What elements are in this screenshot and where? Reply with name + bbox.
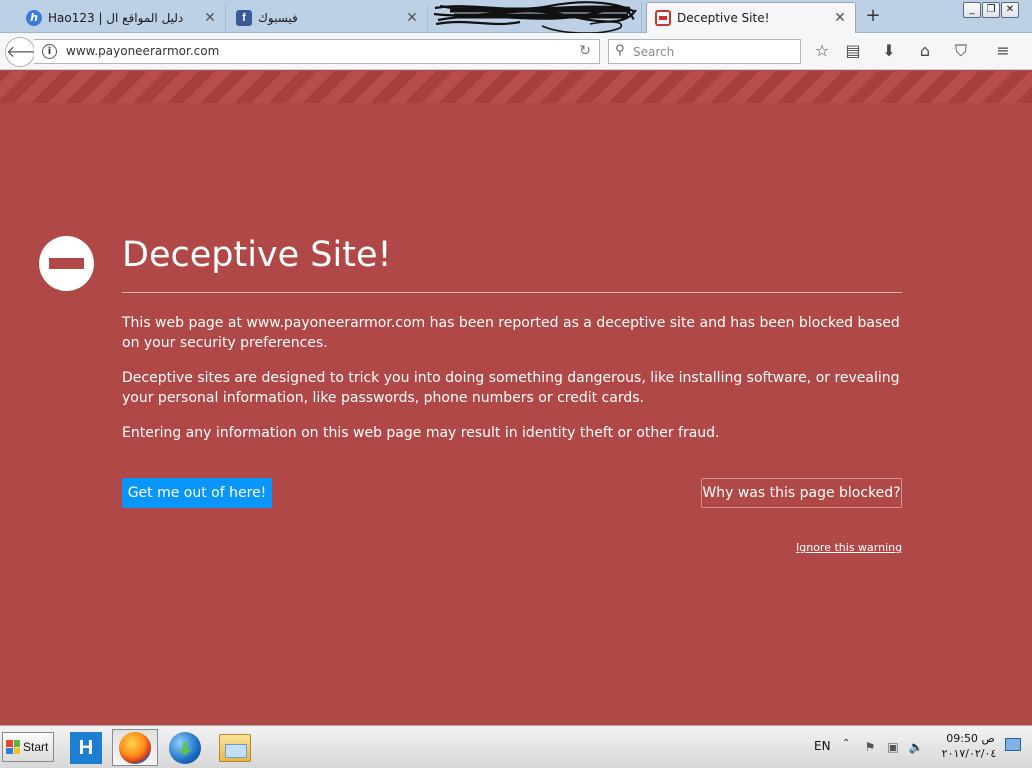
tab-facebook[interactable]: f فيسبوك ✕ — [228, 3, 428, 32]
taskbar-firefox[interactable] — [112, 729, 158, 766]
tab-label: فيسبوك — [258, 10, 298, 25]
show-desktop-icon[interactable] — [1005, 738, 1021, 751]
navigation-bar: 🡐 i www.payoneerarmor.com ↻ ⚲ ☆ ▤ ⬇ ⌂ ⛉ … — [0, 33, 1032, 70]
url-bar[interactable]: i www.payoneerarmor.com ↻ — [34, 39, 600, 64]
menu-icon[interactable]: ≡ — [992, 41, 1014, 63]
pocket-icon[interactable]: ⛉ — [950, 41, 972, 63]
hao123-icon: h — [26, 9, 42, 26]
taskbar: Start H EN ⌃ ⚑ ▣ 🔈 09:50 ص ٢٠١٧/٠٢/٠٤ — [0, 725, 1032, 768]
warning-stripes — [0, 71, 1032, 103]
start-button[interactable]: Start — [2, 732, 54, 762]
search-input[interactable] — [633, 43, 793, 60]
tab-close-icon[interactable]: ✕ — [405, 10, 419, 26]
why-blocked-button[interactable]: Why was this page blocked? — [701, 478, 902, 508]
close-window-button[interactable]: ✕ — [1001, 2, 1019, 18]
reload-icon[interactable]: ↻ — [579, 43, 591, 59]
windows-logo-icon — [6, 740, 20, 754]
downloads-icon[interactable]: ⬇ — [878, 41, 900, 63]
start-label: Start — [23, 740, 49, 754]
minimize-button[interactable]: _ — [963, 2, 981, 18]
taskbar-idm[interactable] — [162, 729, 208, 766]
action-center-flag-icon[interactable]: ⚑ — [862, 739, 878, 755]
volume-muted-icon[interactable]: 🔈 — [908, 739, 924, 755]
page-title: Deceptive Site! — [122, 235, 392, 275]
tab-label: Deceptive Site! — [677, 11, 770, 25]
ignore-warning-link[interactable]: Ignore this warning — [796, 541, 902, 554]
blocked-site-icon — [655, 10, 671, 26]
warning-paragraph-1: This web page at www.payoneerarmor.com h… — [122, 315, 900, 351]
get-me-out-button[interactable]: Get me out of here! — [122, 478, 272, 508]
tab-label: Hao123 | دليل المواقع ال — [48, 10, 184, 25]
site-info-icon[interactable]: i — [42, 44, 57, 59]
tab-deceptive-site[interactable]: Deceptive Site! ✕ — [646, 2, 856, 33]
facebook-icon: f — [236, 9, 252, 26]
warning-paragraph-2: Deceptive sites are designed to trick yo… — [122, 370, 900, 406]
search-box[interactable]: ⚲ — [608, 39, 801, 64]
tab-hao123[interactable]: h Hao123 | دليل المواقع ال ✕ — [18, 3, 226, 32]
warning-paragraph-3: Entering any information on this web pag… — [122, 425, 720, 441]
network-icon[interactable]: ▣ — [885, 739, 901, 755]
tab-strip: h Hao123 | دليل المواقع ال ✕ f فيسبوك ✕ … — [0, 0, 1032, 34]
warning-page: Deceptive Site! This web page at www.pay… — [0, 103, 1032, 725]
taskbar-hao123[interactable]: H — [63, 729, 109, 766]
tab-close-icon[interactable]: ✕ — [833, 10, 847, 26]
tab-close-icon[interactable]: ✕ — [203, 10, 217, 26]
internet-download-manager-icon — [169, 731, 201, 764]
home-icon[interactable]: ⌂ — [914, 41, 936, 63]
redaction-scribble — [433, 1, 637, 34]
bookmark-star-icon[interactable]: ☆ — [811, 41, 833, 63]
taskbar-explorer[interactable] — [212, 729, 258, 766]
title-divider — [122, 292, 902, 293]
file-explorer-icon — [219, 733, 251, 762]
stop-icon — [39, 236, 94, 291]
bookmarks-list-icon[interactable]: ▤ — [842, 41, 864, 63]
new-tab-button[interactable]: + — [862, 6, 884, 28]
url-text[interactable]: www.payoneerarmor.com — [66, 44, 566, 58]
search-icon: ⚲ — [615, 43, 625, 58]
firefox-icon — [119, 731, 151, 764]
back-button[interactable]: 🡐 — [5, 37, 49, 67]
language-indicator[interactable]: EN — [814, 739, 831, 753]
clock-date[interactable]: ٢٠١٧/٠٢/٠٤ — [935, 747, 1003, 760]
hao123-app-icon: H — [70, 731, 102, 764]
clock-time[interactable]: 09:50 ص — [943, 732, 998, 745]
show-hidden-icons-icon[interactable]: ⌃ — [842, 738, 850, 749]
restore-button[interactable]: ❐ — [982, 2, 1000, 18]
